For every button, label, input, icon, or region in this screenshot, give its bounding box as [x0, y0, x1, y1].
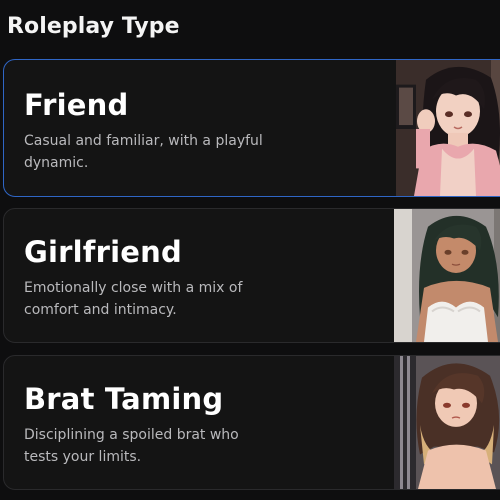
option-title: Brat Taming: [24, 382, 224, 416]
brat-taming-portrait-image: [394, 356, 500, 489]
roleplay-option-girlfriend[interactable]: Girlfriend Emotionally close with a mix …: [3, 208, 500, 343]
option-title: Girlfriend: [24, 235, 182, 269]
roleplay-type-panel: Roleplay Type Friend Casual and familiar…: [0, 0, 500, 500]
option-description: Disciplining a spoiled brat who tests yo…: [24, 427, 239, 465]
friend-portrait-image: [396, 60, 500, 196]
roleplay-option-brat-taming[interactable]: Brat Taming Disciplining a spoiled brat …: [3, 355, 500, 490]
option-title: Friend: [24, 88, 129, 122]
section-title: Roleplay Type: [7, 14, 180, 39]
roleplay-option-friend[interactable]: Friend Casual and familiar, with a playf…: [3, 59, 500, 197]
girlfriend-portrait-image: [394, 209, 500, 342]
option-description: Emotionally close with a mix of comfort …: [24, 280, 243, 318]
option-description: Casual and familiar, with a playful dyna…: [24, 133, 263, 171]
